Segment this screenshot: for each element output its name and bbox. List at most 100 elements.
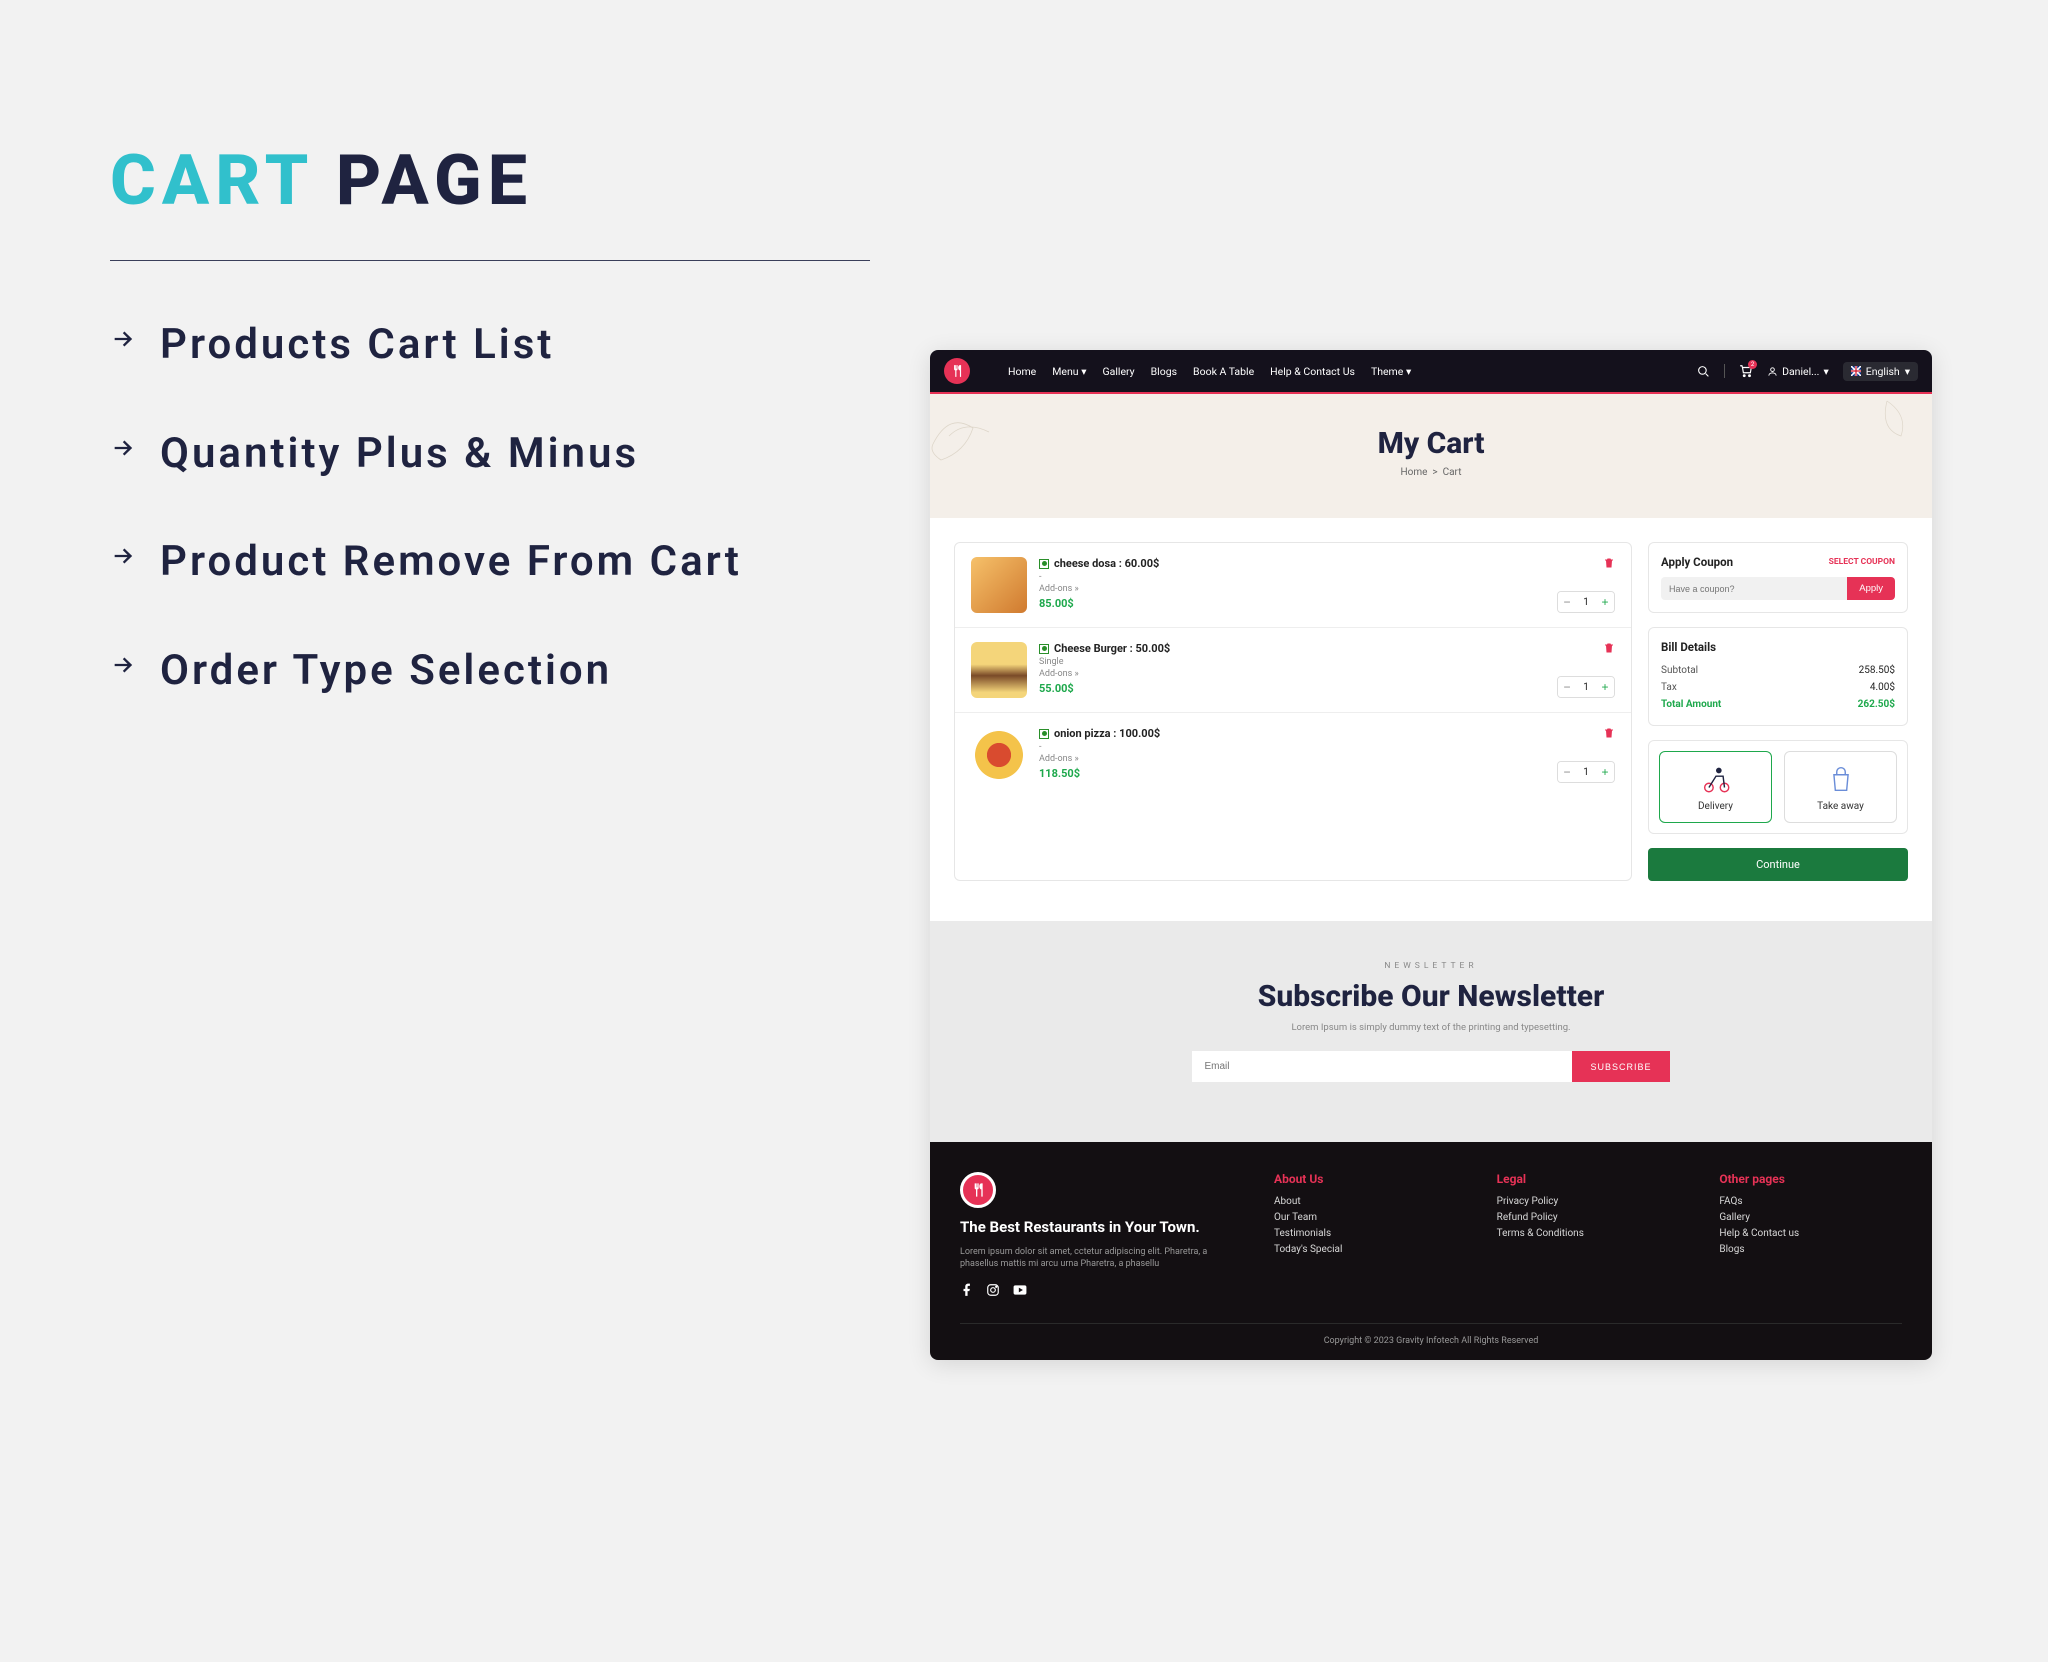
- top-nav: Home Menu ▾ Gallery Blogs Book A Table H…: [930, 350, 1932, 394]
- footer-brand-desc: Lorem ipsum dolor sit amet, cctetur adip…: [960, 1246, 1234, 1271]
- feature-item: Quantity Plus & Minus: [110, 426, 870, 483]
- remove-button[interactable]: [1603, 642, 1615, 654]
- feature-text: Products Cart List: [160, 317, 554, 374]
- footer-link[interactable]: Privacy Policy: [1497, 1196, 1680, 1207]
- footer-link[interactable]: Today's Special: [1274, 1244, 1457, 1255]
- item-info: onion pizza : 100.00$ - Add-ons » 118.50…: [1039, 727, 1545, 780]
- language-select[interactable]: English ▾: [1843, 362, 1918, 381]
- promo-left: CART PAGE Products Cart List Quantity Pl…: [110, 140, 870, 1360]
- nav-book-table[interactable]: Book A Table: [1193, 365, 1254, 378]
- footer-brand-title: The Best Restaurants in Your Town.: [960, 1218, 1234, 1238]
- page-title: CART PAGE: [110, 140, 870, 261]
- item-name: onion pizza : 100.00$: [1039, 727, 1545, 740]
- coupon-input[interactable]: [1661, 577, 1847, 600]
- product-image: [971, 727, 1027, 783]
- item-addons-link[interactable]: Add-ons »: [1039, 754, 1545, 764]
- qty-value: 1: [1576, 597, 1596, 608]
- remove-button[interactable]: [1603, 557, 1615, 569]
- veg-icon: [1039, 559, 1049, 569]
- takeaway-icon: [1824, 762, 1858, 796]
- nav-help[interactable]: Help & Contact Us: [1270, 365, 1355, 378]
- item-variant: -: [1039, 572, 1545, 582]
- page-heading: My Cart: [930, 426, 1932, 461]
- newsletter-label: NEWSLETTER: [954, 961, 1908, 971]
- newsletter-email-input[interactable]: [1192, 1051, 1572, 1082]
- footer-link[interactable]: Terms & Conditions: [1497, 1228, 1680, 1239]
- cart-item: onion pizza : 100.00$ - Add-ons » 118.50…: [955, 713, 1631, 797]
- leaf-decoration: [1852, 394, 1922, 464]
- nav-right: 2 Daniel... ▾ English ▾: [1697, 362, 1918, 381]
- select-coupon-link[interactable]: SELECT COUPON: [1829, 557, 1895, 567]
- item-addons-link[interactable]: Add-ons »: [1039, 669, 1545, 679]
- feature-text: Quantity Plus & Minus: [160, 426, 639, 483]
- facebook-icon[interactable]: [960, 1283, 976, 1299]
- newsletter-title: Subscribe Our Newsletter: [954, 979, 1908, 1014]
- footer-link[interactable]: Refund Policy: [1497, 1212, 1680, 1223]
- order-type-panel: Delivery Take away: [1648, 740, 1908, 834]
- footer: The Best Restaurants in Your Town. Lorem…: [930, 1142, 1932, 1360]
- nav-theme[interactable]: Theme ▾: [1371, 365, 1411, 378]
- bill-total: Total Amount262.50$: [1661, 696, 1895, 713]
- feature-text: Product Remove From Cart: [160, 534, 742, 591]
- nav-home[interactable]: Home: [1008, 365, 1036, 378]
- footer-link[interactable]: Help & Contact us: [1719, 1228, 1902, 1239]
- feature-text: Order Type Selection: [160, 643, 612, 700]
- product-image: [971, 642, 1027, 698]
- qty-value: 1: [1576, 682, 1596, 693]
- footer-link[interactable]: Our Team: [1274, 1212, 1457, 1223]
- hero-banner: My Cart Home > Cart: [930, 394, 1932, 518]
- footer-link[interactable]: Blogs: [1719, 1244, 1902, 1255]
- nav-menu[interactable]: Menu ▾: [1052, 365, 1086, 378]
- footer-link[interactable]: Testimonials: [1274, 1228, 1457, 1239]
- breadcrumb-home[interactable]: Home: [1401, 467, 1428, 478]
- quantity-stepper: − 1 +: [1557, 591, 1615, 613]
- footer-link[interactable]: About: [1274, 1196, 1457, 1207]
- feature-item: Order Type Selection: [110, 643, 870, 700]
- qty-minus-button[interactable]: −: [1558, 762, 1576, 782]
- item-name: Cheese Burger : 50.00$: [1039, 642, 1545, 655]
- chevron-down-icon: ▾: [1081, 365, 1086, 378]
- brand-logo[interactable]: [944, 358, 970, 384]
- item-addons-link[interactable]: Add-ons »: [1039, 584, 1545, 594]
- qty-minus-button[interactable]: −: [1558, 677, 1576, 697]
- newsletter-sub: Lorem Ipsum is simply dummy text of the …: [954, 1022, 1908, 1033]
- breadcrumb-current: Cart: [1443, 467, 1462, 478]
- footer-link[interactable]: FAQs: [1719, 1196, 1902, 1207]
- instagram-icon[interactable]: [986, 1283, 1002, 1299]
- order-type-takeaway[interactable]: Take away: [1784, 751, 1897, 823]
- feature-item: Product Remove From Cart: [110, 534, 870, 591]
- feature-item: Products Cart List: [110, 317, 870, 374]
- apply-coupon-button[interactable]: Apply: [1847, 577, 1895, 600]
- qty-minus-button[interactable]: −: [1558, 592, 1576, 612]
- remove-button[interactable]: [1603, 727, 1615, 739]
- nav-links: Home Menu ▾ Gallery Blogs Book A Table H…: [1008, 365, 1411, 378]
- cart-item: cheese dosa : 60.00$ - Add-ons » 85.00$ …: [955, 543, 1631, 628]
- footer-col-other: Other pages FAQs Gallery Help & Contact …: [1719, 1172, 1902, 1299]
- qty-plus-button[interactable]: +: [1596, 592, 1614, 612]
- item-info: cheese dosa : 60.00$ - Add-ons » 85.00$: [1039, 557, 1545, 610]
- flag-icon: [1851, 366, 1861, 376]
- bill-row: Tax4.00$: [1661, 679, 1895, 696]
- order-type-delivery[interactable]: Delivery: [1659, 751, 1772, 823]
- newsletter-section: NEWSLETTER Subscribe Our Newsletter Lore…: [930, 921, 1932, 1142]
- order-type-label: Take away: [1791, 801, 1890, 812]
- qty-value: 1: [1576, 767, 1596, 778]
- footer-col-legal: Legal Privacy Policy Refund Policy Terms…: [1497, 1172, 1680, 1299]
- continue-button[interactable]: Continue: [1648, 848, 1908, 881]
- qty-plus-button[interactable]: +: [1596, 677, 1614, 697]
- coupon-title: Apply Coupon: [1661, 555, 1733, 569]
- cart-badge: 2: [1748, 360, 1757, 369]
- cart-list: cheese dosa : 60.00$ - Add-ons » 85.00$ …: [954, 542, 1632, 881]
- youtube-icon[interactable]: [1012, 1283, 1028, 1299]
- arrow-right-icon: [110, 434, 138, 462]
- qty-plus-button[interactable]: +: [1596, 762, 1614, 782]
- veg-icon: [1039, 729, 1049, 739]
- cart-page-screenshot: Home Menu ▾ Gallery Blogs Book A Table H…: [930, 350, 1932, 1360]
- nav-blogs[interactable]: Blogs: [1151, 365, 1177, 378]
- user-menu[interactable]: Daniel... ▾: [1767, 365, 1829, 378]
- search-icon[interactable]: [1697, 365, 1710, 378]
- nav-gallery[interactable]: Gallery: [1102, 365, 1134, 378]
- footer-link[interactable]: Gallery: [1719, 1212, 1902, 1223]
- newsletter-subscribe-button[interactable]: SUBSCRIBE: [1572, 1051, 1669, 1082]
- cart-icon[interactable]: 2: [1739, 364, 1753, 378]
